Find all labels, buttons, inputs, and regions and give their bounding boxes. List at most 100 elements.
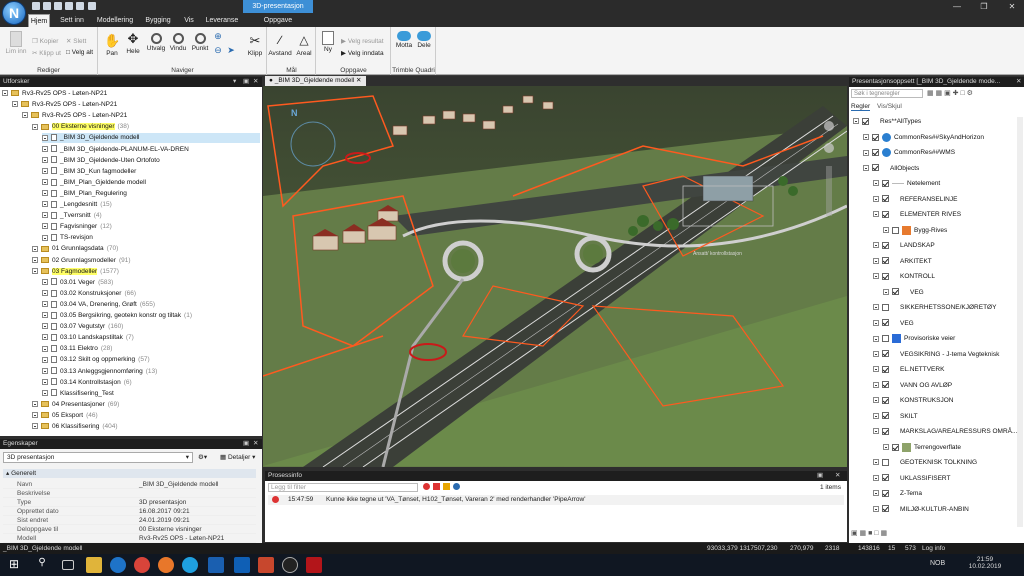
status-log[interactable]: Log info: [922, 543, 945, 554]
avstand-button[interactable]: ∕ Avstand: [268, 33, 292, 57]
explorer-tree-item[interactable]: Fagvisninger (12): [42, 222, 260, 232]
presentation-rule-item[interactable]: Provisoriske veier: [873, 334, 955, 344]
explorer-tree-item[interactable]: _BIM 3D_Kun fagmodeller: [42, 167, 260, 177]
presentation-rule-item[interactable]: LANDSKAP: [873, 241, 935, 251]
outlook-icon[interactable]: [234, 557, 250, 573]
rule-checkbox[interactable]: [872, 149, 879, 156]
presentation-rule-item[interactable]: KONSTRUKSJON: [873, 396, 953, 406]
explorer-tree-item[interactable]: _BIM 3D_Gjeldende-PLANUM-EL-VA-DREN: [42, 145, 260, 155]
presentation-rule-item[interactable]: MARKSLAG/AREALRESSURS OMRÅ...: [873, 427, 1017, 437]
presentation-rule-item[interactable]: MILJØ-KULTUR-ANBIN: [873, 505, 969, 515]
restore-icon[interactable]: ❐: [972, 0, 996, 13]
media-icon[interactable]: [282, 557, 298, 573]
explorer-tree-item[interactable]: 06 Klassifisering (404): [32, 422, 260, 432]
pin-icon[interactable]: ▣: [243, 77, 249, 87]
next-view-icon[interactable]: ➤: [225, 45, 237, 56]
powerpoint-icon[interactable]: [258, 557, 274, 573]
explorer-tree-item[interactable]: 03.10 Landskapstiltak (7): [42, 333, 260, 343]
expand-icon[interactable]: [32, 401, 38, 408]
rule-checkbox[interactable]: [882, 381, 889, 389]
expand-icon[interactable]: [873, 366, 879, 373]
rule-checkbox[interactable]: [882, 489, 889, 497]
expand-icon[interactable]: [42, 145, 48, 152]
velg-inndata-button[interactable]: ▶ Velg inndata: [341, 49, 384, 57]
explorer-tree-item[interactable]: 03.14 Kontrollstasjon (6): [42, 378, 260, 388]
rule-checkbox[interactable]: [882, 179, 889, 187]
rule-checkbox[interactable]: [882, 365, 889, 373]
expand-icon[interactable]: [883, 444, 889, 450]
expand-icon[interactable]: [873, 211, 879, 218]
viewport-tab[interactable]: ● _BIM 3D_Gjeldende modell ✕: [265, 76, 366, 86]
expand-icon[interactable]: [873, 335, 879, 342]
zoom-out-small-icon[interactable]: ⊖: [212, 45, 224, 56]
language-indicator[interactable]: NOB: [930, 560, 945, 567]
rule-checkbox[interactable]: [862, 117, 869, 125]
properties-section-generelt[interactable]: ▴ Generelt: [3, 469, 256, 478]
app-logo[interactable]: N: [2, 1, 26, 25]
error-filter-icon[interactable]: [423, 483, 430, 490]
explorer-tree-item[interactable]: 03 Fagmodeller (1577): [32, 267, 260, 277]
expand-icon[interactable]: [42, 201, 48, 208]
explorer-tree-item[interactable]: _BIM_Plan_Regulering: [42, 189, 260, 199]
expand-icon[interactable]: [42, 378, 48, 385]
property-row[interactable]: Deloppgave til 00 Eksterne visninger: [3, 525, 256, 534]
copy-button[interactable]: ❐ Kopier: [32, 37, 58, 45]
file-explorer-icon[interactable]: [86, 557, 102, 573]
task-view-icon[interactable]: [62, 560, 74, 570]
property-row[interactable]: Beskrivelse: [3, 489, 256, 498]
explorer-tree-item[interactable]: 03.07 Vegutstyr (160): [42, 322, 260, 332]
expand-icon[interactable]: [873, 319, 879, 326]
presentation-rule-item[interactable]: VEGSIKRING - J-tema Vegteknisk: [873, 350, 999, 360]
quick-access-icon[interactable]: [65, 2, 73, 10]
expand-icon[interactable]: [863, 164, 869, 171]
expand-icon[interactable]: [12, 101, 18, 108]
explorer-tree-item[interactable]: 04 Presentasjoner (69): [32, 400, 260, 410]
presentation-rule-item[interactable]: VANN OG AVLØP: [873, 381, 952, 391]
expand-icon[interactable]: [42, 190, 48, 197]
expand-icon[interactable]: [42, 167, 48, 174]
punkt-button[interactable]: Punkt: [189, 33, 211, 52]
expand-icon[interactable]: [873, 412, 879, 419]
expand-icon[interactable]: [42, 278, 48, 285]
expand-icon[interactable]: [42, 301, 48, 308]
3d-viewport[interactable]: N Ansatt/ kontrollstasjon: [263, 86, 847, 467]
tab-regler[interactable]: Regler: [851, 103, 871, 111]
expand-icon[interactable]: [42, 367, 48, 374]
tab-modellering[interactable]: Modellering: [94, 14, 136, 27]
3d-scene[interactable]: [263, 86, 847, 467]
explorer-tree-item[interactable]: _BIM 3D_Gjeldende modell: [42, 133, 260, 144]
presentation-rule-item[interactable]: Netelement: [873, 179, 940, 189]
expand-icon[interactable]: [42, 134, 48, 141]
expand-icon[interactable]: [873, 381, 879, 388]
explorer-tree-item[interactable]: _BIM_Plan_Gjeldende modell: [42, 178, 260, 188]
rule-checkbox[interactable]: [882, 396, 889, 404]
expand-icon[interactable]: [42, 345, 48, 352]
klipp-button[interactable]: ✂ Klipp: [245, 33, 265, 57]
edge-icon[interactable]: [110, 557, 126, 573]
rule-checkbox[interactable]: [882, 303, 889, 311]
tab-oppgave[interactable]: Oppgave: [256, 14, 300, 27]
property-row[interactable]: Navn _BIM 3D_Gjeldende modell: [3, 480, 256, 489]
scrollbar[interactable]: [1017, 117, 1023, 527]
filter-input[interactable]: Legg til filter: [268, 483, 418, 492]
expand-icon[interactable]: [873, 195, 879, 202]
rule-checkbox[interactable]: [882, 458, 889, 466]
rule-checkbox[interactable]: [882, 195, 889, 203]
property-row[interactable]: Opprettet dato 16.08.2017 09:21: [3, 507, 256, 516]
presentation-rule-item[interactable]: Bygg-Rives: [883, 225, 947, 236]
windows-start-icon[interactable]: ⊞: [6, 557, 22, 573]
rules-search-input[interactable]: Søk i tegneregler: [851, 89, 923, 98]
explorer-tree-item[interactable]: _BIM 3D_Gjeldende-Uten Ortofoto: [42, 156, 260, 166]
search-icon[interactable]: ⚲: [34, 557, 50, 573]
expand-icon[interactable]: [32, 245, 38, 252]
toolbar-icons[interactable]: ▦ ▦ ▣ ✚ □ ⚙: [927, 89, 973, 97]
expand-icon[interactable]: [22, 112, 28, 119]
explorer-tree-item[interactable]: Klassifisering_Test: [42, 389, 260, 399]
expand-icon[interactable]: [873, 257, 879, 264]
dele-button[interactable]: Dele: [414, 31, 434, 49]
info-filter-icon[interactable]: [453, 483, 460, 490]
expand-icon[interactable]: [32, 267, 38, 274]
expand-icon[interactable]: [873, 304, 879, 311]
velg-resultat-button[interactable]: ▶ Velg resultat: [341, 37, 384, 45]
explorer-tree-item[interactable]: Rv3-Rv25 OPS - Løten-NP21: [12, 100, 260, 110]
